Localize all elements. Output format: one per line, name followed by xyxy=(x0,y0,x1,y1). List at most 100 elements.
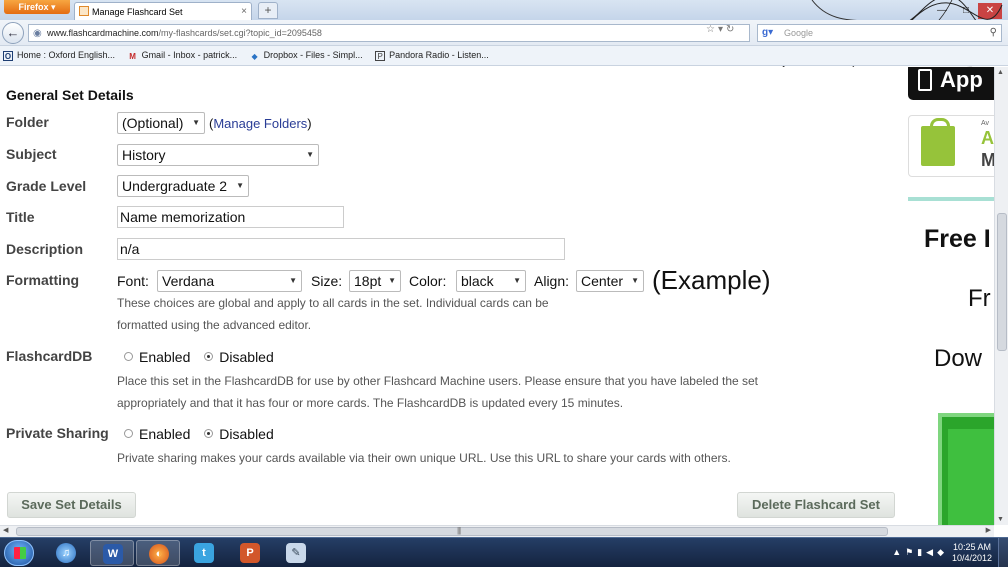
ad-fr-text: Fr xyxy=(968,285,991,312)
chevron-down-icon: ▼ xyxy=(306,150,314,159)
scroll-right-icon[interactable]: ▶ xyxy=(986,526,991,534)
minimize-icon[interactable]: — xyxy=(930,3,954,19)
chevron-down-icon: ▼ xyxy=(513,276,521,285)
title-label: Title xyxy=(6,209,35,225)
start-button[interactable] xyxy=(4,540,34,566)
delete-flashcard-set-button[interactable]: Delete Flashcard Set xyxy=(737,492,895,518)
align-select[interactable]: Center ▼ xyxy=(576,270,644,292)
size-label: Size: xyxy=(311,273,343,289)
scroll-left-icon[interactable]: ◀ xyxy=(3,526,8,534)
scroll-down-icon[interactable]: ▼ xyxy=(997,516,1004,523)
url-host: www.flashcardmachine.com xyxy=(47,28,159,38)
firefox-menu-button[interactable]: Firefox ▾ xyxy=(4,0,70,14)
flashcarddb-disabled-radio[interactable]: Disabled xyxy=(204,349,274,365)
manage-folders-link[interactable]: Manage Folders xyxy=(213,116,307,131)
taskbar-clock[interactable]: 10:25 AM 10/4/2012 xyxy=(952,542,992,564)
chevron-down-icon: ▼ xyxy=(289,276,297,285)
color-select[interactable]: black ▼ xyxy=(456,270,526,292)
dropdown-arrow-icon[interactable]: ▾ xyxy=(718,24,726,35)
taskbar-firefox[interactable]: ◐ xyxy=(136,540,180,566)
ad-free-text: Free I xyxy=(924,225,991,253)
scroll-up-icon[interactable]: ▲ xyxy=(997,69,1004,76)
bookmarks-toolbar: O Home : Oxford English... M Gmail - Inbox… xyxy=(0,46,1008,66)
size-select[interactable]: 18pt ▼ xyxy=(349,270,401,292)
flashcarddb-help-line1: Place this set in the FlashcardDB for us… xyxy=(117,374,759,388)
twitter-icon: t xyxy=(194,543,214,563)
save-set-details-button[interactable]: Save Set Details xyxy=(7,492,136,518)
taskbar-itunes[interactable]: ♫ xyxy=(44,540,88,566)
chevron-down-icon: ▼ xyxy=(236,181,244,190)
dropbox-icon: ◆ xyxy=(251,52,258,61)
format-example: (Example) xyxy=(652,265,771,295)
title-input[interactable]: Name memorization xyxy=(117,206,344,228)
flashcarddb-label: FlashcardDB xyxy=(6,348,93,364)
firefox-icon: ◐ xyxy=(149,544,169,564)
tab-close-icon[interactable]: × xyxy=(241,6,247,17)
folder-select[interactable]: (Optional) ▼ xyxy=(117,112,205,134)
bookmark-pandora[interactable]: P Pandora Radio - Listen... xyxy=(375,50,489,61)
window-controls: — □ ✕ xyxy=(930,0,1008,19)
url-path: /my-flashcards/set.cgi?topic_id=2095458 xyxy=(158,28,322,38)
reload-icon[interactable]: ↻ xyxy=(726,24,737,35)
formatting-label: Formatting xyxy=(6,272,80,288)
new-tab-button[interactable]: + xyxy=(258,2,278,19)
show-hidden-icons-icon[interactable]: ▲ xyxy=(892,547,905,557)
description-input[interactable]: n/a xyxy=(117,238,565,260)
google-icon: g▾ xyxy=(762,27,774,38)
dropbox-tray-icon[interactable]: ◆ xyxy=(937,547,948,557)
color-label: Color: xyxy=(409,273,447,289)
taskbar-word[interactable]: W xyxy=(90,540,134,566)
clock-time: 10:25 AM xyxy=(952,542,991,552)
private-sharing-enabled-radio[interactable]: Enabled xyxy=(124,426,190,442)
ad-green-button[interactable] xyxy=(938,413,994,525)
chevron-down-icon: ▼ xyxy=(388,276,396,285)
taskbar-paint[interactable]: ✎ xyxy=(274,540,318,566)
chevron-down-icon: ▼ xyxy=(631,276,639,285)
itunes-icon: ♫ xyxy=(56,543,76,563)
private-sharing-disabled-radio[interactable]: Disabled xyxy=(204,426,274,442)
taskbar-twitter[interactable]: t xyxy=(182,540,226,566)
search-input[interactable]: g▾ Google ⚲ xyxy=(757,24,1002,42)
private-sharing-help: Private sharing makes your cards availab… xyxy=(117,451,731,465)
flag-icon[interactable]: ⚑ xyxy=(905,547,917,557)
grade-level-select[interactable]: Undergraduate 2 ▼ xyxy=(117,175,249,197)
horizontal-scroll-thumb[interactable]: ||| xyxy=(16,526,888,536)
ad-panel: App Av A M Free I Fr Dow xyxy=(902,67,994,525)
taskbar-powerpoint[interactable]: P xyxy=(228,540,272,566)
horizontal-scrollbar[interactable]: ◀ ||| ▶ xyxy=(0,525,994,537)
maximize-icon[interactable]: □ xyxy=(954,3,978,19)
search-placeholder: Google xyxy=(784,28,814,38)
description-label: Description xyxy=(6,241,84,257)
url-bar[interactable]: ◉ www.flashcardmachine.com/my-flashcards… xyxy=(28,24,750,42)
vertical-scrollbar[interactable]: ▲ ▼ xyxy=(994,67,1008,525)
vertical-scroll-thumb[interactable] xyxy=(997,213,1007,351)
back-button[interactable]: ← xyxy=(2,22,24,44)
ad-divider xyxy=(908,197,994,201)
close-window-icon[interactable]: ✕ xyxy=(978,3,1002,19)
flashcard-favicon-icon xyxy=(79,6,89,16)
paint-icon: ✎ xyxy=(286,543,306,563)
font-label: Font: xyxy=(117,273,149,289)
flashcarddb-options: Enabled Disabled xyxy=(124,349,274,365)
windows-taskbar: ♫ W ◐ t P ✎ ▲⚑▮◀◆ 10:25 AM 10/4/2012 xyxy=(0,537,1008,567)
app-store-badge[interactable]: App xyxy=(908,67,994,100)
volume-icon[interactable]: ◀ xyxy=(926,547,937,557)
flashcarddb-enabled-radio[interactable]: Enabled xyxy=(124,349,190,365)
network-icon[interactable]: ▮ xyxy=(917,547,926,557)
bookmark-dropbox[interactable]: ◆ Dropbox - Files - Simpl... xyxy=(250,50,363,62)
search-icon[interactable]: ⚲ xyxy=(990,27,997,38)
bookmark-star-icon[interactable]: ☆ xyxy=(706,24,718,35)
bookmark-gmail[interactable]: M Gmail - Inbox - patrick... xyxy=(128,50,237,62)
browser-tab[interactable]: Manage Flashcard Set × xyxy=(74,2,252,20)
subject-select[interactable]: History ▼ xyxy=(117,144,319,166)
chevron-down-icon: ▼ xyxy=(192,118,200,127)
private-sharing-options: Enabled Disabled xyxy=(124,426,274,442)
page-content: General Set Details Folder (Optional) ▼ (… xyxy=(0,67,902,525)
radio-selected-icon xyxy=(204,429,214,438)
radio-icon xyxy=(124,352,133,361)
font-select[interactable]: Verdana ▼ xyxy=(157,270,302,292)
navigation-bar: ← ◉ www.flashcardmachine.com/my-flashcar… xyxy=(0,20,1008,46)
show-desktop-button[interactable] xyxy=(998,538,1008,567)
bookmark-oxford[interactable]: O Home : Oxford English... xyxy=(3,50,115,61)
android-market-badge[interactable]: Av A M xyxy=(908,115,994,177)
